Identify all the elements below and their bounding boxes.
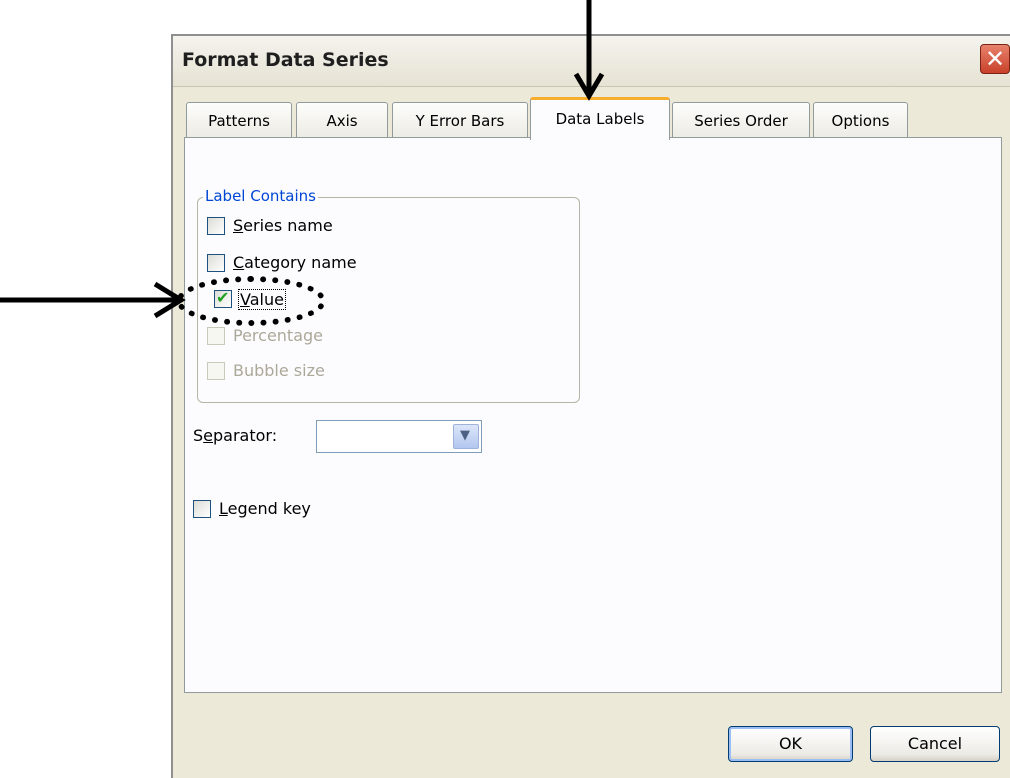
arrow-down-icon: [573, 0, 605, 101]
arrow-right-icon: [0, 281, 186, 319]
annotation-overlay: [0, 0, 605, 319]
